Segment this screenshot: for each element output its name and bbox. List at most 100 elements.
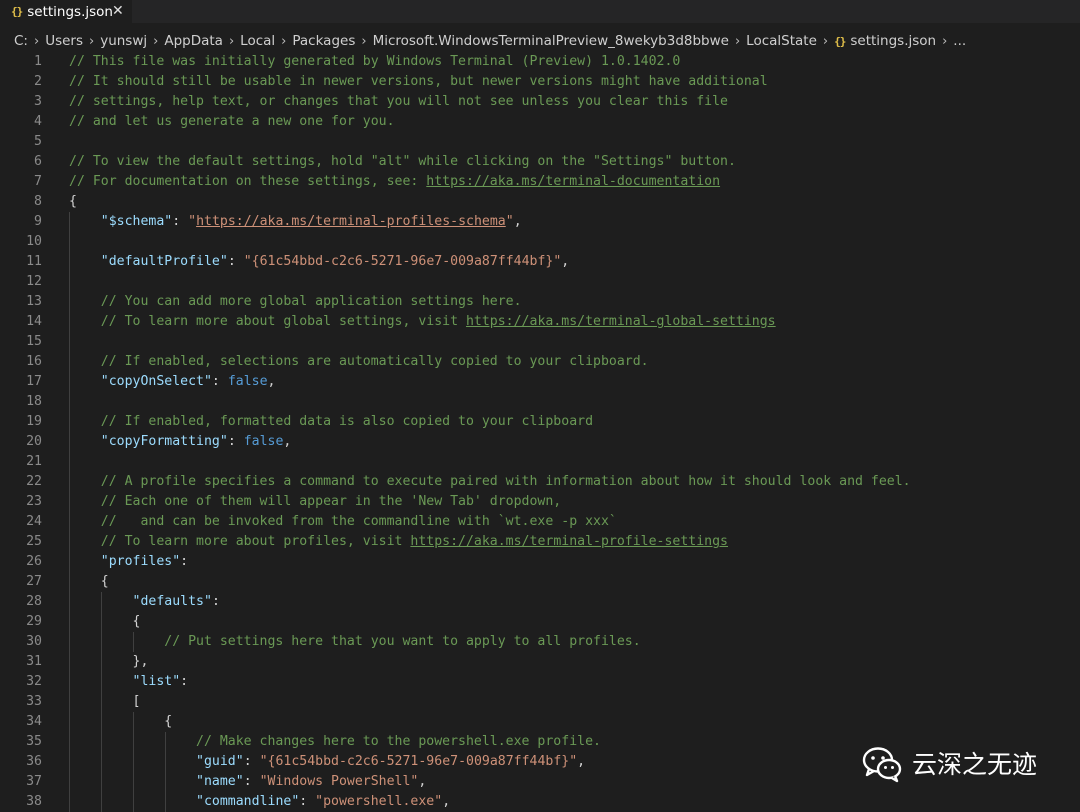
breadcrumb-item[interactable]: settings.json	[850, 33, 936, 49]
json-boolean: false	[227, 374, 268, 389]
code-comment: // Put settings here that you want to ap…	[69, 634, 641, 649]
code-content: // To learn more about global settings, …	[69, 312, 776, 332]
code-line[interactable]: 33 [	[0, 692, 1080, 712]
code-line[interactable]: 28 "defaults":	[0, 592, 1080, 612]
code-line[interactable]: 5	[0, 132, 1080, 152]
breadcrumb-item[interactable]: Users	[45, 33, 83, 49]
json-string: "	[505, 214, 514, 229]
code-line[interactable]: 24 // and can be invoked from the comman…	[0, 512, 1080, 532]
code-line[interactable]: 30 // Put settings here that you want to…	[0, 632, 1080, 652]
code-line[interactable]: 34 {	[0, 712, 1080, 732]
line-number: 34	[26, 714, 42, 729]
code-punctuation: {	[69, 194, 77, 209]
code-line[interactable]: 26 "profiles":	[0, 552, 1080, 572]
string-link[interactable]: https://aka.ms/terminal-profiles-schema	[196, 214, 506, 229]
code-line[interactable]: 12	[0, 272, 1080, 292]
line-number: 6	[34, 154, 42, 169]
breadcrumb-item[interactable]: C:	[14, 33, 28, 49]
comment-link[interactable]: https://aka.ms/terminal-documentation	[426, 174, 720, 189]
chevron-right-icon: ›	[942, 33, 948, 49]
tab-settings-json[interactable]: {} settings.json ✕	[0, 0, 132, 23]
code-line[interactable]: 22 // A profile specifies a command to e…	[0, 472, 1080, 492]
code-punctuation: ,	[513, 214, 522, 229]
code-line[interactable]: 23 // Each one of them will appear in th…	[0, 492, 1080, 512]
code-line[interactable]: 19 // If enabled, formatted data is also…	[0, 412, 1080, 432]
comment-link[interactable]: https://aka.ms/terminal-global-settings	[466, 314, 776, 329]
line-number: 18	[26, 394, 42, 409]
code-comment: // If enabled, formatted data is also co…	[69, 414, 594, 429]
code-punctuation: :	[299, 794, 316, 809]
code-comment: // For documentation on these settings, …	[69, 174, 427, 189]
code-line[interactable]: 4 // and let us generate a new one for yo…	[0, 112, 1080, 132]
code-line[interactable]: 32 "list":	[0, 672, 1080, 692]
chevron-right-icon: ›	[89, 33, 95, 49]
code-line[interactable]: 9 "$schema": "https://aka.ms/terminal-pr…	[0, 212, 1080, 232]
code-line[interactable]: 3 // settings, help text, or changes that…	[0, 92, 1080, 112]
code-line[interactable]: 15	[0, 332, 1080, 352]
code-punctuation: },	[69, 654, 149, 669]
breadcrumb-item[interactable]: yunswj	[100, 33, 147, 49]
code-line[interactable]: 17 "copyOnSelect": false,	[0, 372, 1080, 392]
code-line[interactable]: 1 // This file was initially generated by…	[0, 52, 1080, 72]
code-line[interactable]: 38 "commandline": "powershell.exe",	[0, 792, 1080, 812]
code-line[interactable]: 10	[0, 232, 1080, 252]
json-key: "defaultProfile"	[100, 254, 228, 269]
line-number: 35	[26, 734, 42, 749]
code-comment: // To view the default settings, hold "a…	[69, 154, 736, 169]
code-content: // It should still be usable in newer ve…	[69, 72, 768, 92]
code-content: // A profile specifies a command to exec…	[69, 472, 911, 492]
code-content: {	[69, 612, 141, 632]
breadcrumb-item[interactable]: Local	[240, 33, 275, 49]
code-content: // This file was initially generated by …	[69, 52, 680, 72]
watermark: 云深之无迹	[860, 740, 1037, 786]
json-key: "profiles"	[100, 554, 181, 569]
line-number: 3	[34, 94, 42, 109]
code-content: {	[69, 192, 77, 212]
code-comment: // A profile specifies a command to exec…	[69, 474, 911, 489]
comment-link[interactable]: https://aka.ms/terminal-profile-settings	[410, 534, 728, 549]
line-number: 31	[26, 654, 42, 669]
chevron-right-icon: ›	[281, 33, 287, 49]
breadcrumb-item[interactable]: LocalState	[746, 33, 817, 49]
code-line[interactable]: 25 // To learn more about profiles, visi…	[0, 532, 1080, 552]
code-line[interactable]: 6 // To view the default settings, hold "…	[0, 152, 1080, 172]
breadcrumb-item[interactable]: Microsoft.WindowsTerminalPreview_8wekyb3…	[373, 33, 729, 49]
code-line[interactable]: 16 // If enabled, selections are automat…	[0, 352, 1080, 372]
code-line[interactable]: 18	[0, 392, 1080, 412]
line-number: 5	[34, 134, 42, 149]
code-punctuation	[69, 674, 133, 689]
code-line[interactable]: 7 // For documentation on these settings,…	[0, 172, 1080, 192]
code-comment: // and can be invoked from the commandli…	[69, 514, 617, 529]
code-punctuation	[69, 214, 101, 229]
code-content: // Make changes here to the powershell.e…	[69, 732, 601, 752]
breadcrumb-item[interactable]: ...	[953, 33, 966, 49]
code-punctuation: {	[69, 614, 141, 629]
code-line[interactable]: 29 {	[0, 612, 1080, 632]
code-comment: // and let us generate a new one for you…	[69, 114, 395, 129]
line-number: 21	[26, 454, 42, 469]
breadcrumb-item[interactable]: AppData	[164, 33, 223, 49]
code-editor[interactable]: 1 // This file was initially generated by…	[0, 52, 1080, 812]
code-punctuation: :	[227, 254, 244, 269]
code-content: "copyOnSelect": false,	[69, 372, 276, 392]
breadcrumb-item[interactable]: Packages	[292, 33, 355, 49]
line-number: 28	[26, 594, 42, 609]
code-content: // For documentation on these settings, …	[69, 172, 720, 192]
code-line[interactable]: 13 // You can add more global applicatio…	[0, 292, 1080, 312]
tab-label: settings.json	[27, 3, 113, 20]
code-line[interactable]: 27 {	[0, 572, 1080, 592]
code-line[interactable]: 8{	[0, 192, 1080, 212]
code-line[interactable]: 31 },	[0, 652, 1080, 672]
line-number: 25	[26, 534, 42, 549]
code-line[interactable]: 21	[0, 452, 1080, 472]
code-punctuation: ,	[442, 794, 451, 809]
code-comment: // It should still be usable in newer ve…	[69, 74, 768, 89]
code-line[interactable]: 2 // It should still be usable in newer v…	[0, 72, 1080, 92]
code-content: // settings, help text, or changes that …	[69, 92, 728, 112]
code-line[interactable]: 20 "copyFormatting": false,	[0, 432, 1080, 452]
close-icon[interactable]: ✕	[112, 2, 124, 20]
code-content: {	[69, 712, 172, 732]
code-line[interactable]: 11 "defaultProfile": "{61c54bbd-c2c6-527…	[0, 252, 1080, 272]
code-line[interactable]: 14 // To learn more about global setting…	[0, 312, 1080, 332]
code-content: // You can add more global application s…	[69, 292, 522, 312]
